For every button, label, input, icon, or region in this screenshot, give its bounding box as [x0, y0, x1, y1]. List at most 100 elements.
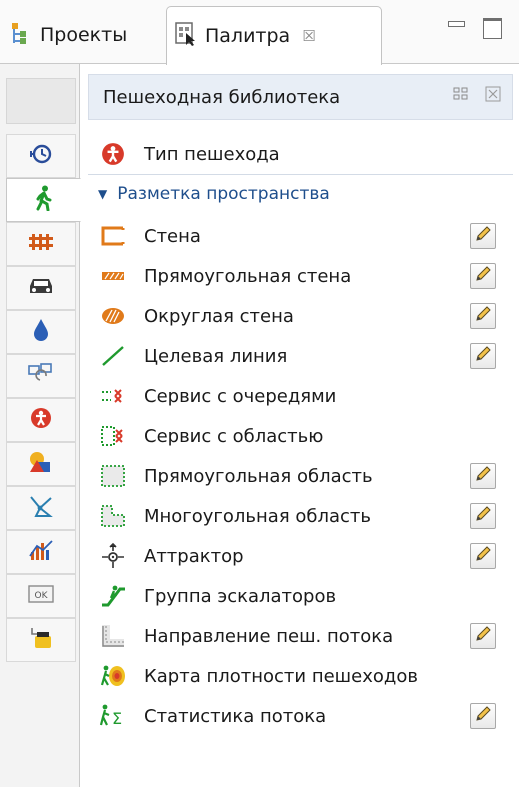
expand-triangle-icon[interactable]: ▼ — [98, 187, 107, 201]
edit-button-rectangular-wall[interactable] — [470, 263, 496, 289]
maximize-button[interactable] — [480, 16, 504, 39]
sidebar-item-material-handling[interactable] — [6, 354, 76, 398]
sidebar-item-presentation[interactable] — [6, 442, 76, 486]
palette-item-label: Тип пешехода — [144, 143, 280, 165]
rectangular-area-icon — [96, 459, 130, 493]
target-line-icon — [96, 339, 130, 373]
flow-statistics-icon: Σ — [96, 699, 130, 733]
palette-item-label: Карта плотности пешеходов — [144, 665, 418, 687]
agent-icon — [30, 407, 52, 433]
palette-item-attractor[interactable]: Аттрактор — [96, 536, 244, 576]
service-queues-icon — [96, 379, 130, 413]
escalator-group-icon — [96, 579, 130, 613]
palette-item-polygonal-area[interactable]: Многоугольная область — [96, 496, 371, 536]
palette-item-label: Округлая стена — [144, 305, 294, 327]
palette-item-target-line[interactable]: Целевая линия — [96, 336, 287, 376]
palette-item-label: Прямоугольная область — [144, 465, 373, 487]
sidebar-spacer — [6, 78, 76, 124]
palette-item-label: Направление пеш. потока — [144, 625, 394, 647]
polygonal-area-icon — [96, 499, 130, 533]
service-area-icon — [96, 419, 130, 453]
palette-item-label: Стена — [144, 225, 201, 247]
pencil-icon — [474, 625, 492, 647]
clock-icon — [29, 142, 53, 170]
palette-item-label: Сервис с очередями — [144, 385, 337, 407]
sidebar-item-pedestrian[interactable] — [6, 178, 81, 222]
edit-button-flow-statistics[interactable] — [470, 703, 496, 729]
palette-item-service-area[interactable]: Сервис с областью — [96, 416, 323, 456]
rail-icon — [28, 231, 54, 257]
palette-icon — [175, 21, 197, 51]
chart-icon — [28, 538, 54, 566]
sidebar-item-space-markup[interactable] — [6, 486, 76, 530]
sidebar-item-process[interactable] — [6, 134, 76, 178]
palette-item-label: Прямоугольная стена — [144, 265, 352, 287]
header-actions — [452, 85, 502, 103]
database-icon — [29, 626, 53, 654]
palette-item-label: Аттрактор — [144, 545, 244, 567]
sidebar-item-agent[interactable] — [6, 398, 76, 442]
pencil-icon — [474, 705, 492, 727]
density-map-icon — [96, 659, 130, 693]
wall-icon — [96, 219, 130, 253]
palette-item-rectangular-area[interactable]: Прямоугольная область — [96, 456, 373, 496]
sidebar-item-fluid[interactable] — [6, 310, 76, 354]
palette-item-density-map[interactable]: Карта плотности пешеходов — [96, 656, 418, 696]
circular-wall-icon — [96, 299, 130, 333]
edit-button-wall[interactable] — [470, 223, 496, 249]
sidebar-item-analysis[interactable] — [6, 530, 76, 574]
palette-item-flow-direction[interactable]: Направление пеш. потока — [96, 616, 393, 656]
minimize-button[interactable] — [444, 16, 468, 38]
palette-item-escalator-group[interactable]: Группа эскалаторов — [96, 576, 336, 616]
shapes-icon — [28, 450, 54, 478]
edit-button-circular-wall[interactable] — [470, 303, 496, 329]
tab-projects[interactable]: Проекты — [6, 6, 164, 64]
edit-button-rectangular-area[interactable] — [470, 463, 496, 489]
pencil-icon — [474, 265, 492, 287]
tab-palette-label: Палитра — [205, 25, 291, 47]
palette-item-label: Целевая линия — [144, 345, 288, 367]
close-icon[interactable]: ☒ — [302, 27, 315, 45]
close-icon[interactable] — [484, 85, 502, 103]
sidebar-item-road[interactable] — [6, 266, 76, 310]
library-title: Пешеходная библиотека — [103, 86, 341, 108]
section-space-markup[interactable]: ▼ Разметка пространства — [88, 174, 513, 212]
pencil-icon — [474, 225, 492, 247]
edit-button-attractor[interactable] — [470, 543, 496, 569]
walking-person-icon — [32, 185, 56, 215]
pencil-icon — [474, 305, 492, 327]
palette-item-flow-statistics[interactable]: Σ Статистика потока — [96, 696, 326, 736]
palette-item-wall[interactable]: Стена — [96, 216, 201, 256]
rectangular-wall-icon — [96, 259, 130, 293]
projects-icon — [10, 21, 32, 50]
palette-item-circular-wall[interactable]: Округлая стена — [96, 296, 294, 336]
pencil-icon — [474, 345, 492, 367]
pencil-icon — [474, 465, 492, 487]
palette-category-bar: OK — [0, 64, 81, 787]
palette-item-rectangular-wall[interactable]: Прямоугольная стена — [96, 256, 351, 296]
palette-item-pedestrian-type[interactable]: Тип пешехода — [96, 134, 280, 174]
grid-view-icon[interactable] — [452, 85, 470, 103]
svg-text:Σ: Σ — [112, 709, 122, 728]
edit-button-flow-direction[interactable] — [470, 623, 496, 649]
library-header: Пешеходная библиотека — [88, 74, 513, 120]
palette-item-label: Сервис с областью — [144, 425, 324, 447]
section-label: Разметка пространства — [117, 183, 330, 204]
sidebar-item-controls[interactable]: OK — [6, 574, 76, 618]
edit-button-target-line[interactable] — [470, 343, 496, 369]
attractor-icon — [96, 539, 130, 573]
pencil-icon — [474, 545, 492, 567]
palette-item-service-queues[interactable]: Сервис с очередями — [96, 376, 336, 416]
agent-icon — [96, 137, 130, 171]
conveyor-icon — [28, 362, 54, 390]
sidebar-item-rail[interactable] — [6, 222, 76, 266]
ok-button-icon: OK — [28, 584, 54, 608]
pencil-icon — [474, 505, 492, 527]
car-icon — [28, 275, 54, 301]
sidebar-item-connectivity[interactable] — [6, 618, 76, 662]
network-icon — [28, 494, 54, 522]
drop-icon — [31, 318, 51, 346]
tab-palette[interactable]: Палитра ☒ — [166, 6, 382, 65]
palette-item-label: Многоугольная область — [144, 505, 372, 527]
edit-button-polygonal-area[interactable] — [470, 503, 496, 529]
